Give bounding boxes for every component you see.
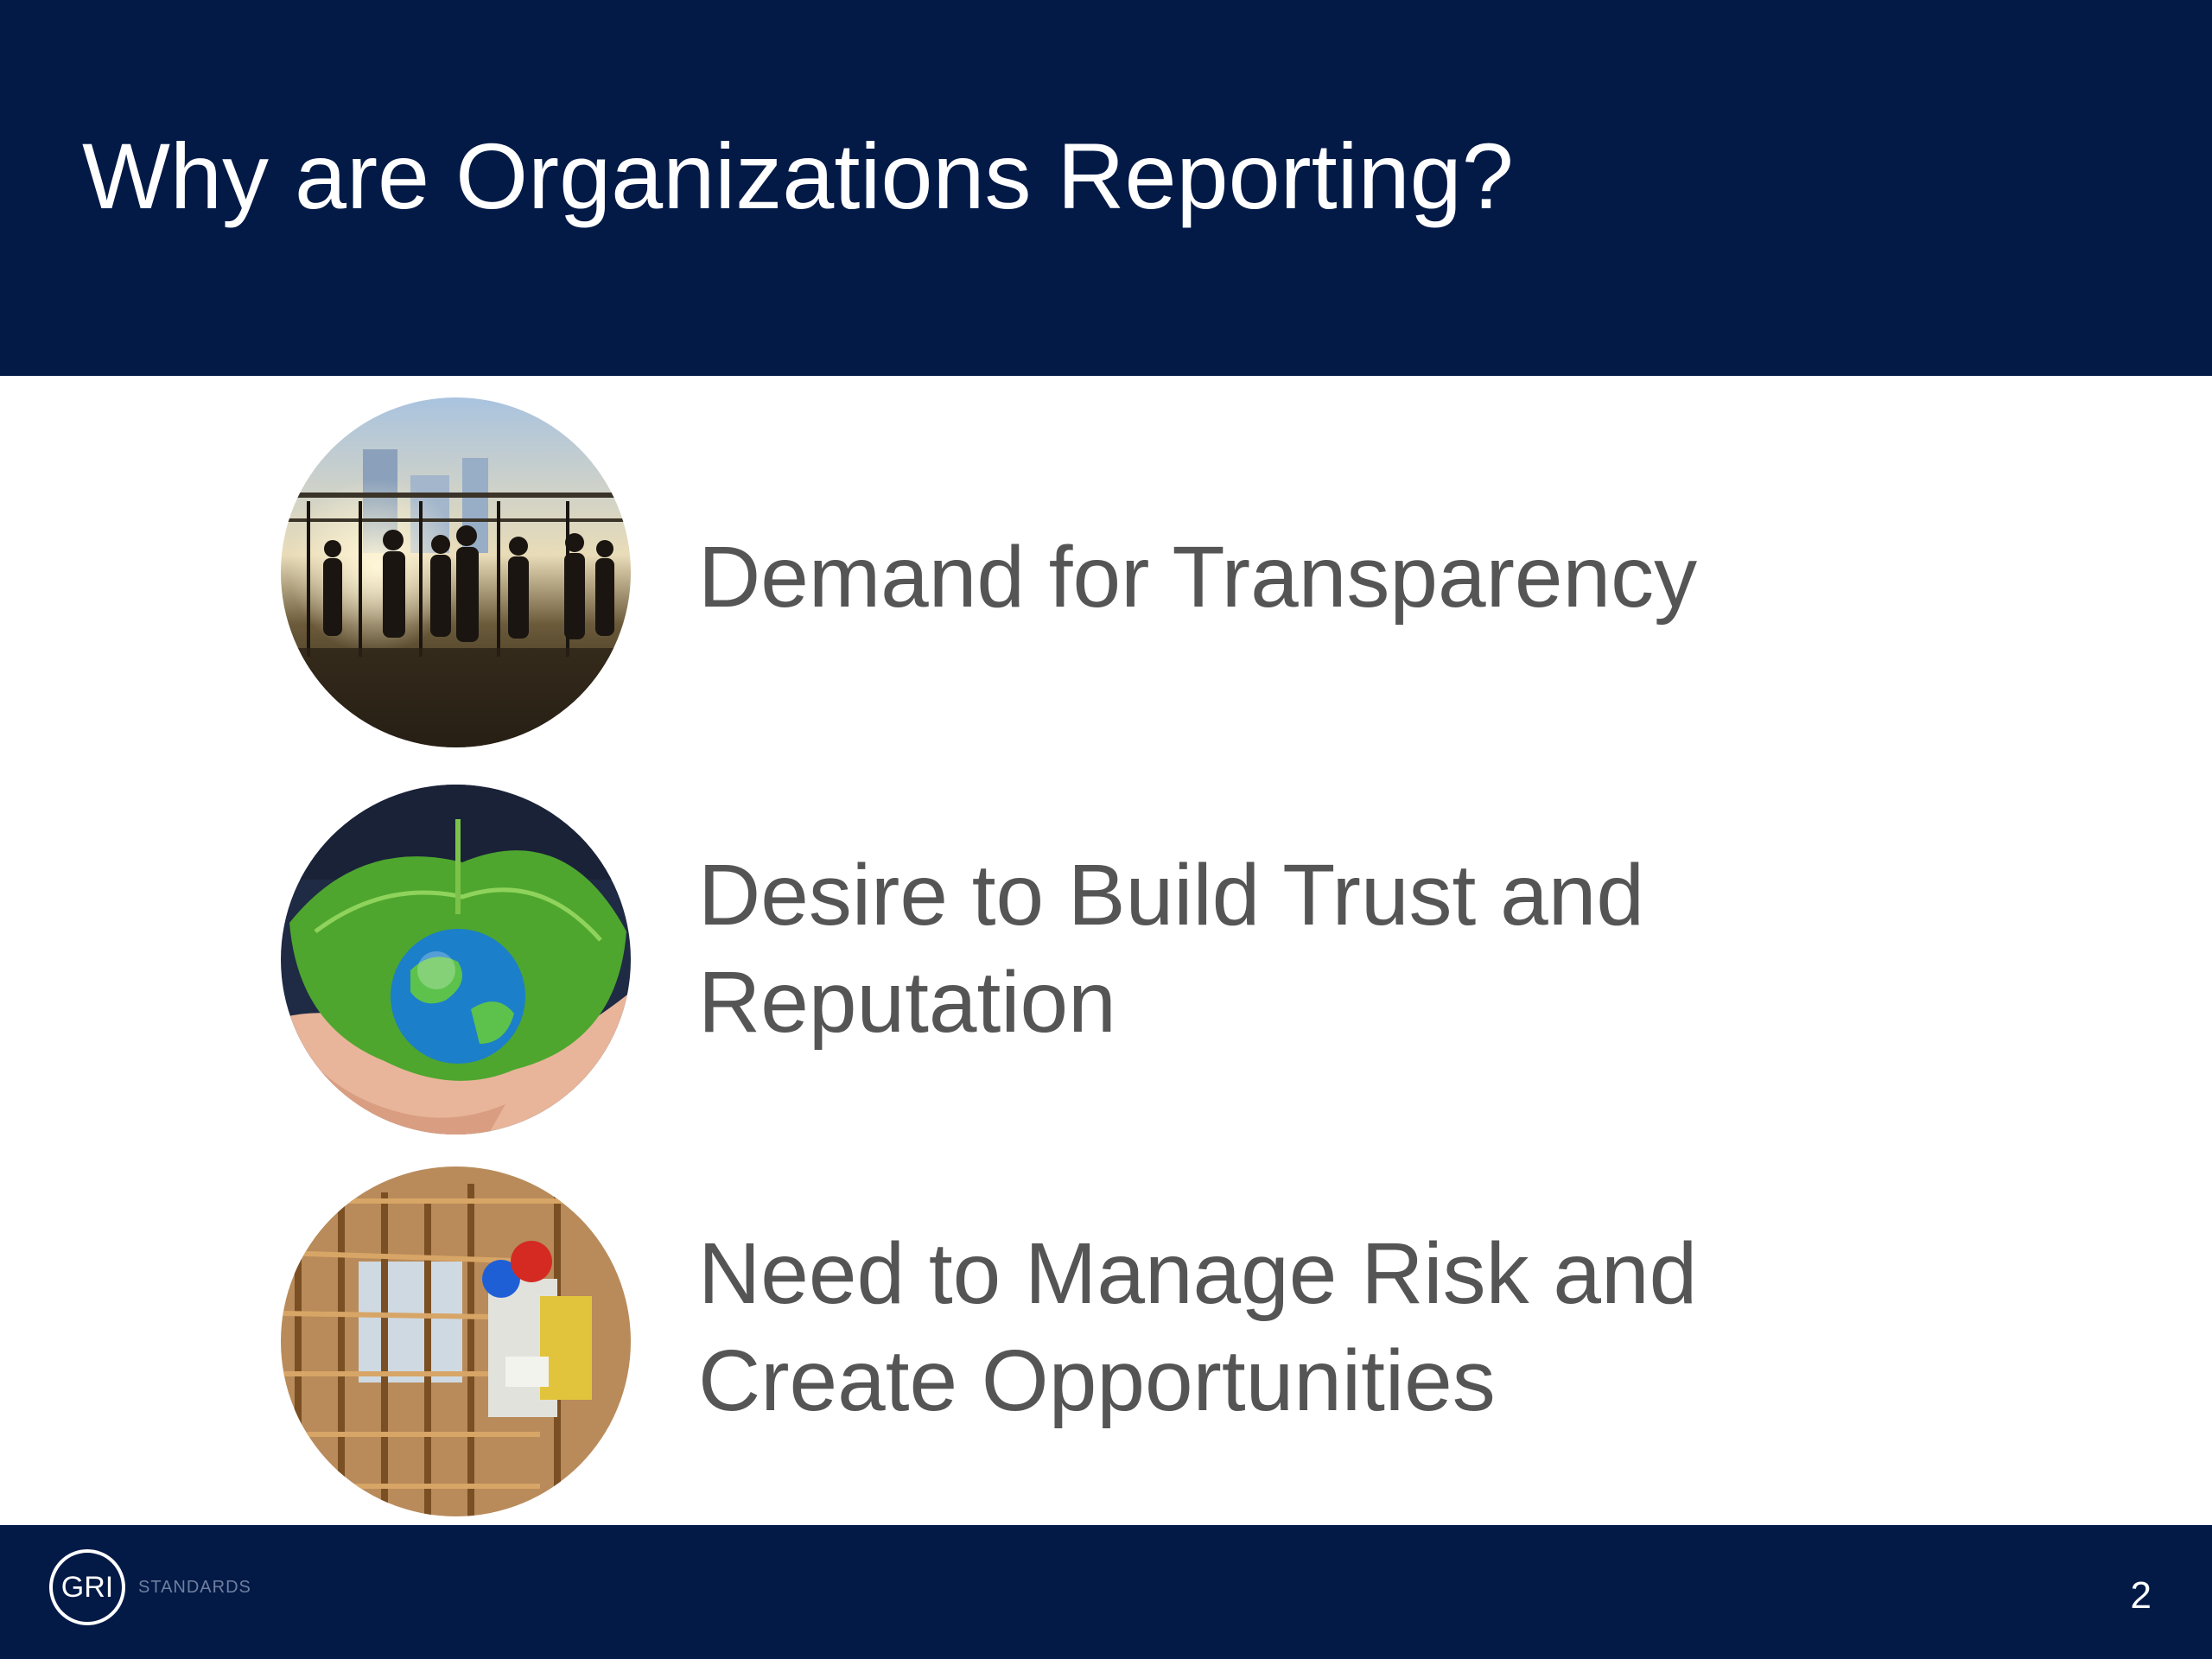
page-number: 2 (2130, 1574, 2152, 1617)
slide-header: Why are Organizations Reporting? (0, 0, 2212, 376)
business-people-silhouette-image (281, 397, 631, 747)
item-text-trust: Desire to Build Trust and Reputation (698, 842, 1644, 1056)
item-text-risk: Need to Manage Risk and Create Opportuni… (698, 1220, 1697, 1434)
item-line: Need to Manage Risk and (698, 1225, 1698, 1322)
gri-logo-subtitle: STANDARDS (138, 1578, 251, 1597)
slide-footer (0, 1525, 2212, 1659)
item-line: Create Opportunities (698, 1332, 1496, 1429)
item-line: Reputation (698, 954, 1116, 1051)
hands-leaf-globe-image (281, 785, 631, 1135)
gri-logo-text: GRI (60, 1571, 114, 1604)
item-line: Desire to Build Trust and (698, 847, 1644, 944)
slide-title: Why are Organizations Reporting? (82, 124, 1514, 228)
item-line: Demand for Transparency (698, 529, 1698, 626)
construction-workers-scaffolding-image (281, 1166, 631, 1516)
item-text-transparency: Demand for Transparency (698, 524, 1697, 631)
